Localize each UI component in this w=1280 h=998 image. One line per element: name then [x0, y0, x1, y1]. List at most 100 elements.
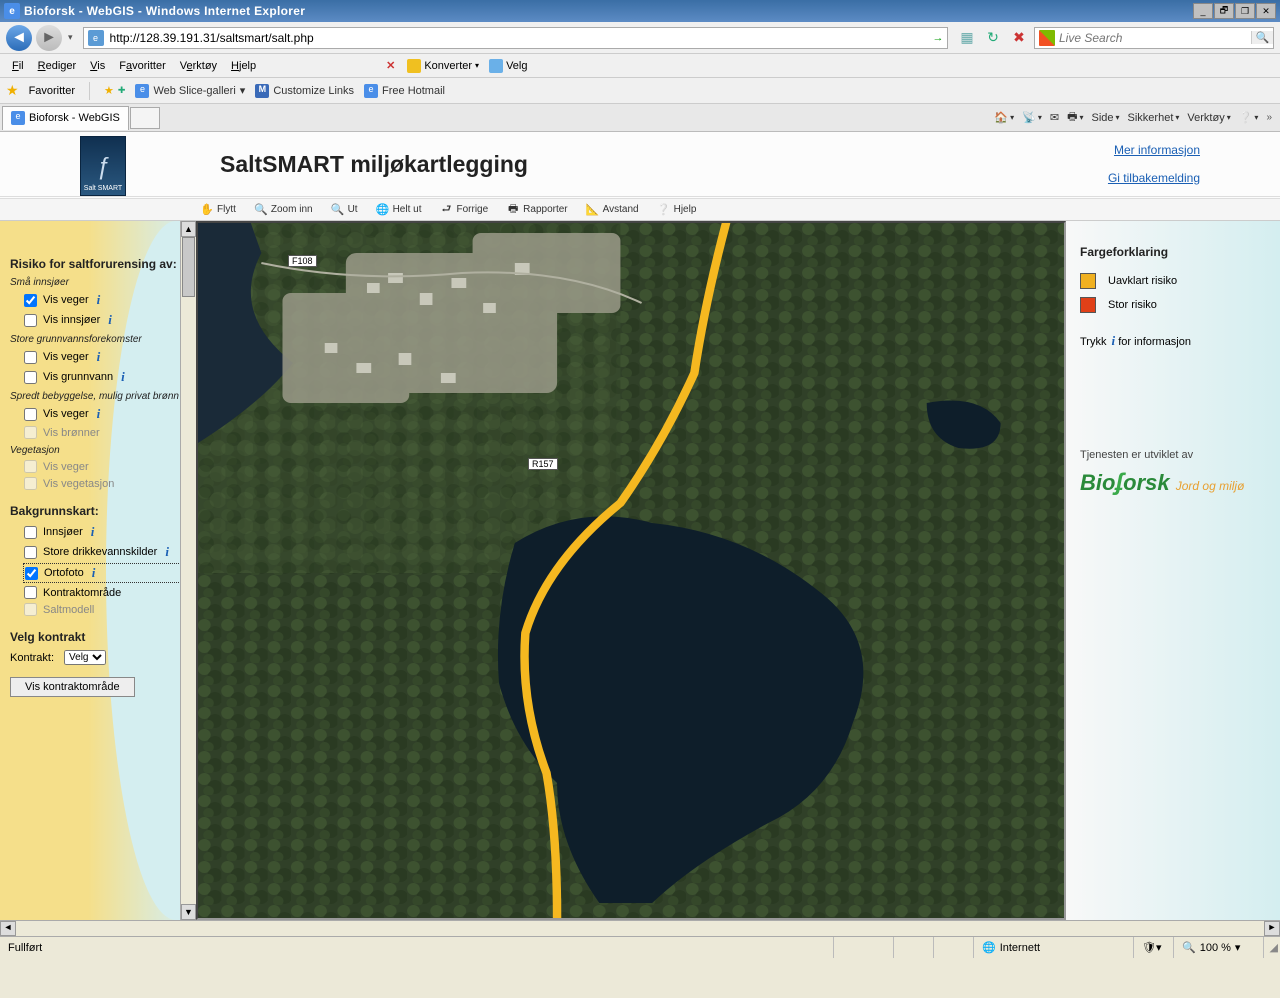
- webslice-link[interactable]: eWeb Slice-galleri ▾: [135, 84, 245, 98]
- info-icon[interactable]: i: [165, 544, 169, 560]
- tool-hjelp[interactable]: ❔Hjelp: [657, 203, 697, 217]
- hscroll-left[interactable]: ◄: [0, 921, 16, 936]
- status-bar: Fullført 🌐Internett 🛡▾ 🔍 100 % ▾ ◢: [0, 936, 1280, 958]
- scroll-down[interactable]: ▼: [181, 904, 196, 920]
- check-innsjoer[interactable]: Innsjøeri: [24, 524, 186, 540]
- window-title: Bioforsk - WebGIS - Windows Internet Exp…: [24, 4, 1193, 18]
- hscroll-right[interactable]: ►: [1264, 921, 1280, 936]
- check-grp4-vegetasjon[interactable]: Vis vegetasjon: [24, 477, 186, 490]
- check-grp4-veger[interactable]: Vis veger: [24, 460, 186, 473]
- protected-mode[interactable]: 🛡▾: [1134, 937, 1174, 958]
- velg-button[interactable]: Velg: [489, 59, 527, 73]
- refresh-button[interactable]: ↻: [982, 27, 1004, 49]
- sikkerhet-menu[interactable]: Sikkerhet▾: [1128, 112, 1180, 124]
- restore-button[interactable]: 🗗: [1214, 3, 1234, 19]
- check-grp2-grunnvann[interactable]: Vis grunnvanni: [24, 369, 186, 385]
- side-menu[interactable]: Side▾: [1091, 112, 1119, 124]
- tool-flytt[interactable]: ✋Flytt: [200, 203, 236, 217]
- status-zone[interactable]: 🌐Internett: [974, 937, 1134, 958]
- hscroll-track[interactable]: [16, 921, 1264, 936]
- free-hotmail-link[interactable]: eFree Hotmail: [364, 84, 445, 98]
- check-grp3-veger[interactable]: Vis vegeri: [24, 406, 186, 422]
- verktoy-menu[interactable]: Verktøy▾: [1187, 112, 1230, 124]
- globe-icon: 🌐: [376, 203, 390, 217]
- status-cell-3: [894, 937, 934, 958]
- addon-x-button[interactable]: ✕: [386, 59, 395, 72]
- info-icon[interactable]: i: [92, 565, 96, 581]
- zoom-in-icon: 🔍: [254, 203, 268, 217]
- favorites-star-icon[interactable]: ★: [6, 82, 19, 99]
- chevron-more[interactable]: »: [1266, 112, 1272, 123]
- tool-avstand[interactable]: 📐Avstand: [586, 203, 639, 217]
- compat-button[interactable]: ▦: [956, 27, 978, 49]
- tab-bioforsk[interactable]: e Bioforsk - WebGIS: [2, 106, 129, 130]
- vis-kontrakt-button[interactable]: Vis kontraktområde: [10, 677, 135, 697]
- menu-rediger[interactable]: Rediger: [32, 58, 83, 74]
- grp-sma-innsjoer: Små innsjøer: [10, 277, 186, 288]
- tool-heltut[interactable]: 🌐Helt ut: [376, 203, 422, 217]
- info-icon[interactable]: i: [97, 406, 101, 422]
- horizontal-scrollbar[interactable]: ◄ ►: [0, 920, 1280, 936]
- go-button[interactable]: →: [929, 32, 947, 44]
- close-button[interactable]: ✕: [1256, 3, 1276, 19]
- search-box[interactable]: 🔍: [1034, 27, 1274, 49]
- tab-favicon: e: [11, 111, 25, 125]
- tab-row: e Bioforsk - WebGIS 🏠▾ 📡▾ ✉ 🖶▾ Side▾ Sik…: [0, 104, 1280, 132]
- menu-favoritter[interactable]: Favoritter: [113, 58, 171, 74]
- mer-info-link[interactable]: Mer informasjon: [1114, 143, 1200, 157]
- favoritter-label[interactable]: Favoritter: [29, 85, 75, 97]
- print-button[interactable]: 🖶▾: [1067, 108, 1083, 127]
- info-icon[interactable]: i: [1112, 333, 1116, 348]
- menu-hjelp[interactable]: Hjelp: [225, 58, 262, 74]
- check-grp3-bronner[interactable]: Vis brønner: [24, 426, 186, 439]
- menu-fil[interactable]: FFilil: [6, 58, 30, 74]
- url-input[interactable]: [108, 29, 929, 47]
- minimize-button[interactable]: _: [1193, 3, 1213, 19]
- maximize-button[interactable]: ❐: [1235, 3, 1255, 19]
- search-input[interactable]: [1059, 31, 1251, 45]
- bioforsk-logo: Bioʄorsk Jord og miljø: [1080, 469, 1266, 497]
- add-fav-button[interactable]: ★✚: [104, 84, 125, 97]
- zoom-level[interactable]: 🔍 100 % ▾: [1174, 937, 1264, 958]
- scroll-up[interactable]: ▲: [181, 221, 196, 237]
- stop-button[interactable]: ✖: [1008, 27, 1030, 49]
- sidebar-scrollbar[interactable]: ▲ ▼: [180, 221, 196, 920]
- help-menu[interactable]: ❔▾: [1239, 111, 1259, 124]
- check-grp1-innsjoer[interactable]: Vis innsjøeri: [24, 312, 186, 328]
- check-ortofoto[interactable]: Ortofotoi: [24, 564, 186, 582]
- customize-links[interactable]: MCustomize Links: [255, 84, 354, 98]
- nav-history-dropdown[interactable]: ▾: [66, 32, 75, 43]
- check-saltmodell[interactable]: Saltmodell: [24, 603, 186, 616]
- menu-vis[interactable]: Vis: [84, 58, 111, 74]
- info-icon[interactable]: i: [108, 312, 112, 328]
- address-bar[interactable]: e →: [83, 27, 948, 49]
- tool-rapporter[interactable]: 🖶Rapporter: [506, 203, 567, 217]
- check-kontrakt[interactable]: Kontraktområde: [24, 586, 186, 599]
- resize-grip[interactable]: ◢: [1264, 941, 1280, 954]
- konverter-button[interactable]: Konverter ▾: [407, 59, 479, 73]
- leaf-icon: ʄ: [1115, 469, 1123, 496]
- check-drikkevann[interactable]: Store drikkevannskilderi: [24, 544, 186, 560]
- tool-zoominn[interactable]: 🔍Zoom inn: [254, 203, 313, 217]
- map-viewport[interactable]: F108 R157: [196, 221, 1066, 920]
- back-button[interactable]: ◄: [6, 25, 32, 51]
- tool-ut[interactable]: 🔍Ut: [331, 203, 358, 217]
- legend-heading: Fargeforklaring: [1080, 245, 1266, 259]
- info-icon[interactable]: i: [121, 369, 125, 385]
- menu-verktoy[interactable]: Verktøy: [174, 58, 223, 74]
- check-grp2-veger[interactable]: Vis vegeri: [24, 349, 186, 365]
- home-button[interactable]: 🏠▾: [994, 111, 1014, 124]
- mail-button[interactable]: ✉: [1050, 111, 1059, 124]
- kontrakt-select[interactable]: Velg: [64, 650, 106, 665]
- tilbakemelding-link[interactable]: Gi tilbakemelding: [1108, 171, 1200, 185]
- feeds-button[interactable]: 📡▾: [1022, 111, 1042, 124]
- new-tab-button[interactable]: [130, 107, 160, 129]
- scroll-thumb[interactable]: [182, 237, 195, 297]
- tool-forrige[interactable]: ⮐Forrige: [439, 203, 488, 217]
- search-button[interactable]: 🔍: [1251, 31, 1273, 44]
- info-icon[interactable]: i: [91, 524, 95, 540]
- check-grp1-veger[interactable]: Vis vegeri: [24, 292, 186, 308]
- info-icon[interactable]: i: [97, 292, 101, 308]
- forward-button[interactable]: ►: [36, 25, 62, 51]
- info-icon[interactable]: i: [97, 349, 101, 365]
